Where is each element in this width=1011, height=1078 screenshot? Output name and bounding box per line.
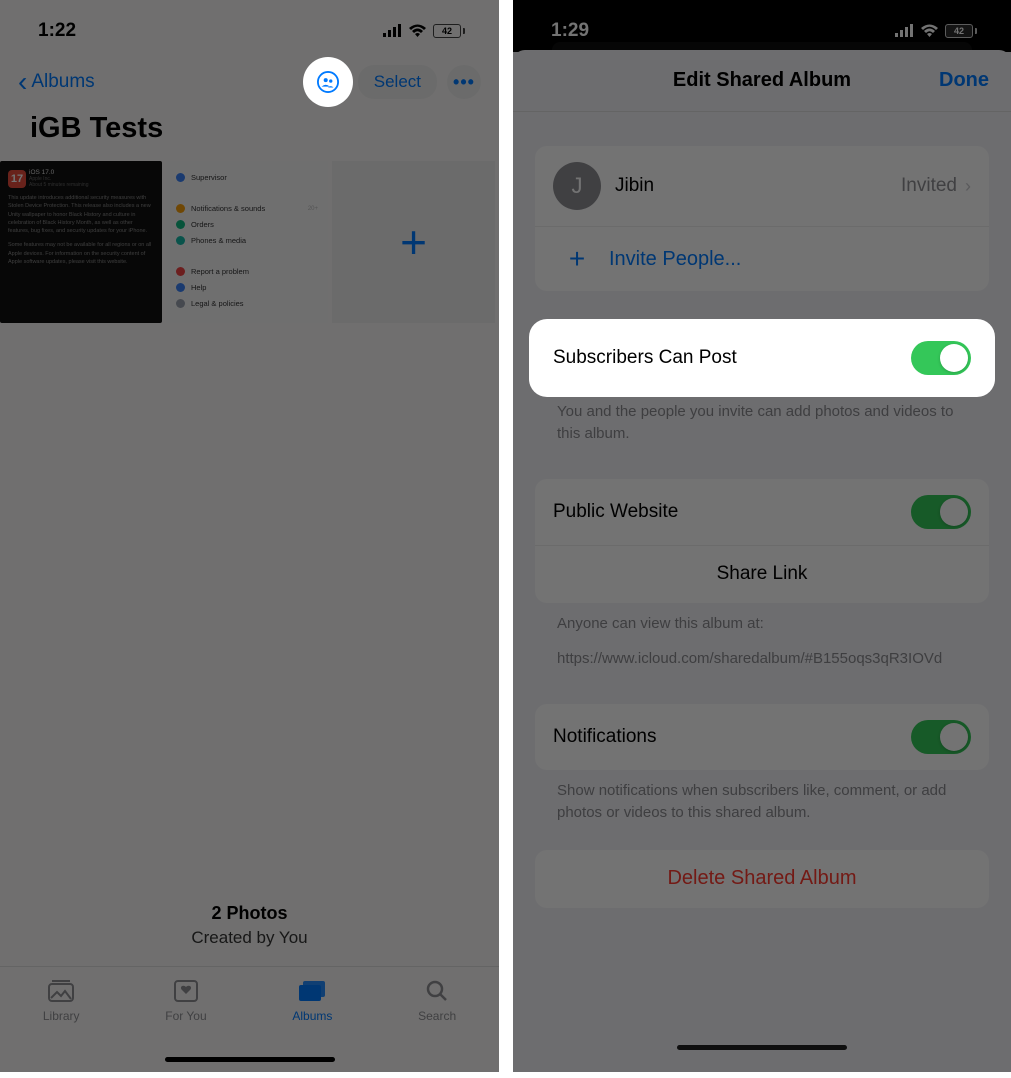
for-you-icon [172, 979, 200, 1003]
more-button[interactable]: ••• [447, 65, 481, 99]
member-name: Jibin [615, 175, 654, 197]
delete-shared-album-button[interactable]: Delete Shared Album [535, 850, 989, 908]
list-item: Supervisor [176, 173, 318, 182]
shared-people-button[interactable] [308, 62, 348, 102]
shared-people-icon [317, 71, 339, 93]
sheet-title: Edit Shared Album [673, 69, 851, 92]
public-website-row[interactable]: Public Website [535, 479, 989, 545]
albums-icon [298, 979, 326, 1003]
public-hint: Anyone can view this album at: https://w… [535, 603, 989, 671]
list-item: Phones & media [176, 236, 318, 245]
list-item: Notifications & sounds20+ [176, 204, 318, 213]
wifi-icon [408, 24, 427, 38]
notifications-hint: Show notifications when subscribers like… [535, 770, 989, 824]
sheet-stack-indicator [552, 42, 972, 50]
member-row[interactable]: J Jibin Invited › [535, 146, 989, 226]
select-button[interactable]: Select [358, 65, 437, 99]
subscribers-can-post-card: Subscribers Can Post [535, 325, 989, 391]
plus-icon: + [553, 243, 601, 275]
photo-count: 2 Photos [0, 903, 499, 924]
cellular-icon [894, 24, 914, 38]
screenshot-right: 1:29 42 Edit Shared Album Done J Jibin I… [513, 0, 1011, 1072]
plus-icon: + [400, 215, 427, 269]
ellipsis-icon: ••• [453, 72, 475, 93]
screenshot-left: 1:22 42 ‹ Albums [0, 0, 499, 1072]
public-website-toggle[interactable] [911, 495, 971, 529]
chevron-left-icon: ‹ [18, 68, 27, 96]
subscribers-hint: You and the people you invite can add ph… [535, 391, 989, 445]
status-bar: 1:22 42 [0, 0, 499, 52]
notifications-card: Notifications [535, 704, 989, 770]
list-item: Legal & policies [176, 299, 318, 308]
tab-library[interactable]: Library [43, 979, 80, 1072]
edit-sheet: Edit Shared Album Done J Jibin Invited ›… [513, 50, 1011, 1060]
photo-grid: 17 iOS 17.0 Apple Inc. About 5 minutes r… [0, 159, 499, 325]
subscribers-toggle[interactable] [911, 341, 971, 375]
photo-thumbnail[interactable]: Supervisor Notifications & sounds20+ Ord… [166, 161, 328, 323]
nav-header: ‹ Albums Select ••• [0, 52, 499, 108]
back-label: Albums [31, 71, 94, 93]
wifi-icon [920, 24, 939, 38]
subscribers-can-post-row[interactable]: Subscribers Can Post [535, 325, 989, 391]
public-website-card: Public Website Share Link [535, 479, 989, 603]
search-icon [423, 979, 451, 1003]
notifications-toggle[interactable] [911, 720, 971, 754]
chevron-right-icon: › [965, 176, 971, 197]
share-link-row[interactable]: Share Link [535, 545, 989, 603]
member-status: Invited [901, 175, 957, 197]
invite-label: Invite People... [609, 248, 741, 271]
battery-icon: 42 [945, 24, 977, 38]
library-icon [47, 979, 75, 1003]
avatar: J [553, 162, 601, 210]
photo-thumbnail[interactable]: 17 iOS 17.0 Apple Inc. About 5 minutes r… [0, 161, 162, 323]
status-icons: 42 [382, 24, 465, 38]
status-icons: 42 [894, 24, 977, 38]
notifications-row[interactable]: Notifications [535, 704, 989, 770]
created-by: Created by You [0, 928, 499, 948]
list-item: Report a problem [176, 267, 318, 276]
ios-update-icon: 17 [8, 170, 26, 188]
back-button[interactable]: ‹ Albums [18, 68, 95, 96]
battery-level: 42 [954, 26, 964, 36]
list-item: Orders [176, 220, 318, 229]
page-title: iGB Tests [0, 108, 499, 159]
tab-search[interactable]: Search [418, 979, 456, 1072]
invite-people-row[interactable]: + Invite People... [535, 226, 989, 291]
home-indicator [677, 1045, 847, 1051]
home-indicator [165, 1057, 335, 1063]
tab-bar: Library For You Albums Search [0, 966, 499, 1072]
battery-level: 42 [442, 26, 452, 36]
status-time: 1:22 [38, 20, 76, 42]
battery-icon: 42 [433, 24, 465, 38]
members-card: J Jibin Invited › + Invite People... [535, 146, 989, 291]
status-time: 1:29 [551, 20, 589, 42]
done-button[interactable]: Done [939, 69, 989, 92]
delete-card: Delete Shared Album [535, 850, 989, 908]
sheet-nav: Edit Shared Album Done [513, 50, 1011, 112]
cellular-icon [382, 24, 402, 38]
add-photo-tile[interactable]: + [332, 161, 495, 323]
list-item: Help [176, 283, 318, 292]
album-summary: 2 Photos Created by You [0, 903, 499, 948]
